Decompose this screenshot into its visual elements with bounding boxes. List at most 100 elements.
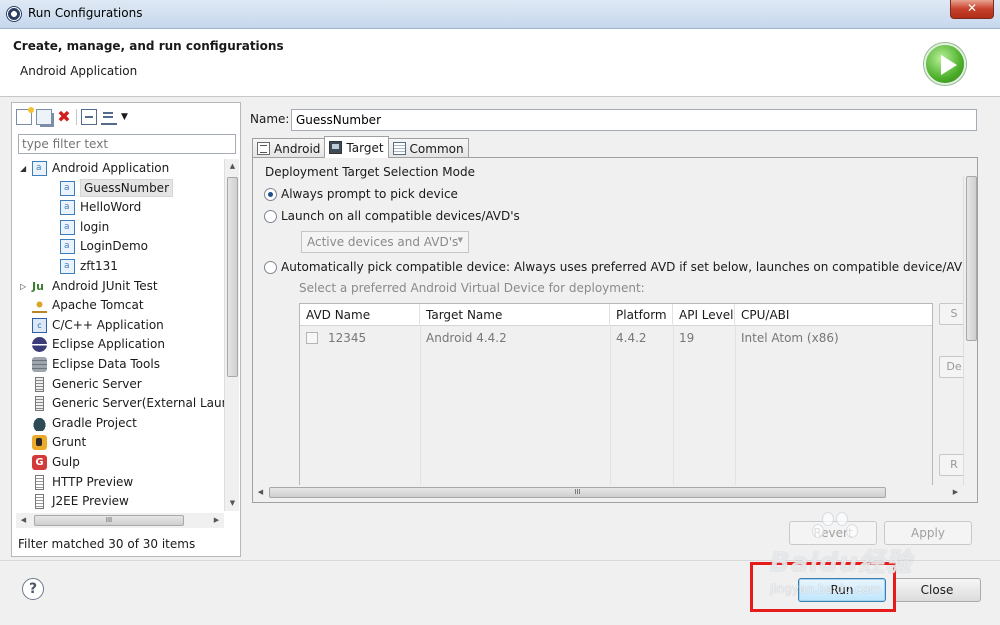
tree-item-android-application[interactable]: ◢ Android Application (20, 159, 169, 178)
filter-configs-icon[interactable] (101, 109, 117, 125)
tree-horizontal-scrollbar[interactable]: ◀ III ▶ (16, 513, 224, 528)
scroll-up-arrow-icon[interactable]: ▲ (225, 159, 240, 174)
scroll-left-arrow-icon[interactable]: ◀ (16, 513, 31, 528)
run-launch-icon (924, 43, 966, 85)
tree-item-guessnumber[interactable]: GuessNumber (60, 179, 173, 198)
android-app-icon (60, 257, 75, 276)
gulp-icon: G (32, 455, 47, 470)
column-header[interactable]: Target Name (420, 304, 610, 326)
tree-item-label: GuessNumber (80, 179, 173, 198)
filter-input[interactable] (18, 134, 236, 154)
header-title: Create, manage, and run configurations (13, 39, 284, 53)
radio-label: Automatically pick compatible device: Al… (281, 260, 978, 274)
android-app-icon (60, 198, 75, 217)
tree-item-generic-server[interactable]: Generic Server (32, 375, 142, 394)
tab-common[interactable]: Common (387, 138, 469, 158)
column-divider (735, 326, 736, 490)
scroll-down-arrow-icon[interactable]: ▼ (225, 496, 240, 511)
column-header[interactable]: API Level (673, 304, 735, 326)
scrollbar-thumb[interactable]: III (269, 487, 886, 498)
tree-item-cpp-application[interactable]: c C/C++ Application (32, 316, 164, 335)
collapsed-triangle-icon[interactable]: ▷ (20, 277, 30, 296)
radio-label: Always prompt to pick device (281, 187, 458, 201)
scroll-right-arrow-icon[interactable]: ▶ (209, 513, 224, 528)
column-divider (673, 326, 674, 490)
target-vertical-scrollbar[interactable] (963, 176, 977, 485)
tree-item-label: LoginDemo (80, 239, 149, 254)
radio-checked[interactable] (264, 187, 277, 201)
eclipse-icon (32, 337, 47, 353)
tree-item-eclipse-data-tools[interactable]: Eclipse Data Tools (32, 355, 160, 374)
scrollbar-thumb[interactable] (966, 176, 977, 341)
column-header[interactable]: CPU/ABI (735, 304, 932, 326)
window-close-button[interactable]: ✕ (950, 0, 994, 19)
revert-button[interactable]: Revert (789, 521, 877, 545)
tree-item-eclipse-application[interactable]: Eclipse Application (32, 335, 165, 354)
cpp-icon: c (32, 317, 47, 333)
target-horizontal-scrollbar[interactable]: ◀ III ▶ (253, 485, 963, 501)
tree-item-apache-tomcat[interactable]: Apache Tomcat (32, 296, 144, 315)
table-row[interactable]: 12345 Android 4.4.2 4.4.2 19 Intel Atom … (300, 327, 932, 349)
tree-item-label: HTTP Preview (52, 474, 134, 489)
column-header[interactable]: AVD Name (300, 304, 420, 326)
tree-item-gradle-project[interactable]: Gradle Project (32, 414, 137, 433)
grunt-icon (32, 435, 47, 451)
scrollbar-thumb[interactable] (227, 177, 238, 377)
tree-item-generic-server-external[interactable]: Generic Server(External Laun (32, 394, 224, 413)
scroll-left-arrow-icon[interactable]: ◀ (253, 485, 268, 500)
tab-android[interactable]: Android (252, 138, 326, 158)
tree-item-label: Generic Server (52, 376, 142, 391)
target-name-cell: Android 4.4.2 (426, 331, 507, 345)
platform-cell: 4.4.2 (616, 331, 647, 345)
tree-item-gulp[interactable]: G Gulp (32, 453, 80, 472)
tree-item-label: Apache Tomcat (52, 298, 144, 313)
tree-item-http-preview[interactable]: HTTP Preview (32, 473, 133, 492)
tab-label: Common (409, 141, 464, 156)
tree-item-helloword[interactable]: HelloWord (60, 198, 141, 217)
tree-item-label: Grunt (52, 435, 87, 450)
config-name-field[interactable] (291, 109, 977, 131)
delete-config-icon[interactable]: ✖ (56, 109, 72, 125)
tree-item-label: Android Application (52, 161, 170, 175)
column-header[interactable]: Platform (610, 304, 673, 326)
tree-item-logindemo[interactable]: LoginDemo (60, 237, 148, 256)
deployment-mode-group-label: Deployment Target Selection Mode (265, 165, 475, 179)
target-tab-icon (329, 141, 343, 154)
tab-target[interactable]: Target (324, 136, 389, 158)
api-level-cell: 19 (679, 331, 695, 345)
android-app-icon (60, 179, 75, 198)
tree-item-label: Generic Server(External Laun (52, 396, 224, 411)
filter-menu-chevron-down-icon[interactable]: ▼ (121, 109, 137, 125)
server-icon (35, 396, 44, 412)
close-button[interactable]: Close (893, 578, 981, 602)
tree-item-j2ee-preview[interactable]: J2EE Preview (32, 492, 129, 509)
tree-item-grunt[interactable]: Grunt (32, 433, 86, 452)
radio-unchecked[interactable] (264, 209, 277, 223)
duplicate-config-icon[interactable] (36, 109, 52, 125)
tree-item-login[interactable]: login (60, 218, 109, 237)
title-bar: Run Configurations ✕ (0, 0, 1000, 29)
new-config-icon[interactable] (16, 107, 34, 125)
apply-button[interactable]: Apply (884, 521, 972, 545)
common-tab-icon (392, 142, 406, 155)
tree-item-label: zft131 (80, 259, 118, 273)
collapse-all-icon[interactable] (81, 109, 97, 125)
auto-pick-option[interactable]: Automatically pick compatible device: Al… (264, 260, 978, 274)
tree-item-label: Gradle Project (52, 415, 137, 430)
help-icon[interactable]: ? (22, 578, 44, 600)
always-prompt-option[interactable]: Always prompt to pick device (264, 187, 458, 201)
tree-item-label: Eclipse Application (52, 337, 165, 352)
tree-vertical-scrollbar[interactable]: ▲ ▼ (224, 159, 239, 511)
scrollbar-thumb[interactable]: III (34, 515, 184, 526)
scroll-right-arrow-icon[interactable]: ▶ (948, 485, 963, 500)
android-app-icon (60, 218, 75, 237)
radio-unchecked[interactable] (264, 260, 277, 274)
avd-table-header: AVD Name Target Name Platform API Level … (300, 304, 932, 326)
gradle-icon (32, 415, 47, 431)
tree-item-android-junit-test[interactable]: ▷ Ju Android JUnit Test (20, 277, 158, 296)
expanded-triangle-icon[interactable]: ◢ (20, 159, 30, 178)
tree-item-zft131[interactable]: zft131 (60, 257, 118, 276)
tree-item-label: Eclipse Data Tools (52, 357, 160, 371)
launch-all-option[interactable]: Launch on all compatible devices/AVD's (264, 209, 520, 223)
avd-checkbox[interactable] (306, 331, 318, 344)
